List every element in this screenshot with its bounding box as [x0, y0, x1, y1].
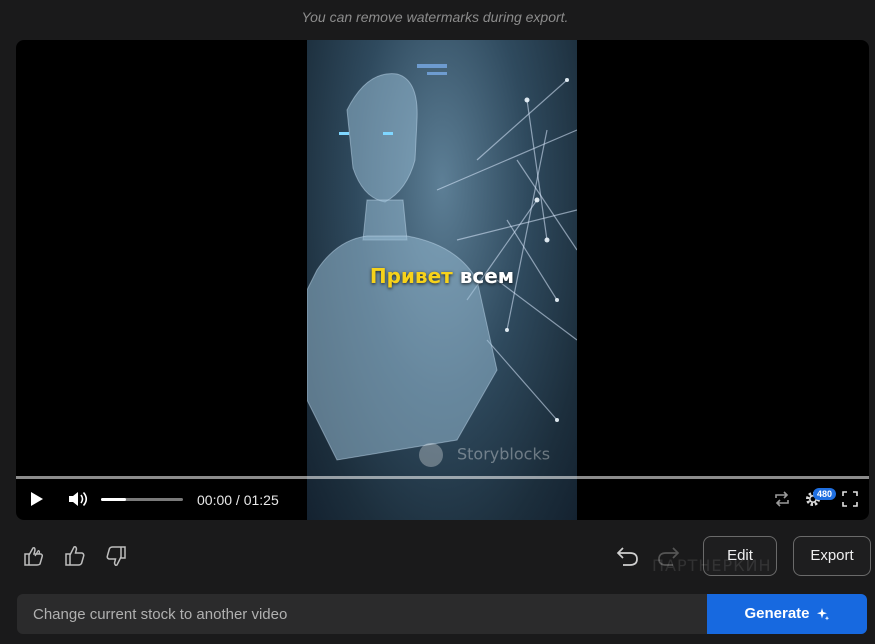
video-frame: Привет всем Storyblocks	[307, 40, 577, 520]
export-watermark-notice: You can remove watermarks during export.	[301, 9, 569, 25]
quality-badge: 480	[813, 488, 837, 500]
player-controls: 00:00 / 01:25 480	[16, 486, 869, 514]
playback-time: 00:00 / 01:25	[197, 492, 279, 508]
video-caption: Привет всем	[307, 264, 577, 288]
prompt-bar: Generate	[17, 594, 867, 634]
loop-icon[interactable]	[773, 491, 791, 507]
export-button[interactable]: Export	[793, 536, 871, 576]
storyblocks-logo-icon	[419, 443, 443, 467]
partner-watermark: ПАРТНЕРКИН	[652, 556, 772, 575]
stock-watermark-text: Storyblocks	[457, 444, 551, 464]
caption-rest-text: всем	[459, 264, 515, 288]
thumbs-up-icon[interactable]	[63, 543, 89, 569]
caption-highlight-word: Привет	[369, 264, 453, 288]
sparkle-icon	[816, 608, 829, 621]
volume-icon[interactable]	[68, 490, 90, 508]
generate-button[interactable]: Generate	[707, 594, 867, 634]
stock-watermark: Storyblocks	[419, 443, 551, 467]
super-like-icon[interactable]	[22, 543, 48, 569]
fullscreen-icon[interactable]	[842, 491, 858, 507]
undo-icon[interactable]	[615, 544, 641, 570]
playback-progress-bar[interactable]	[16, 476, 869, 479]
prompt-input[interactable]	[17, 594, 707, 634]
volume-slider[interactable]	[101, 498, 183, 501]
video-player[interactable]: Привет всем Storyblocks 00:00 / 01:25 48…	[16, 40, 869, 520]
volume-slider-fill	[101, 498, 126, 501]
generate-button-label: Generate	[744, 605, 810, 622]
play-icon[interactable]	[30, 491, 44, 507]
thumbs-down-icon[interactable]	[102, 543, 128, 569]
